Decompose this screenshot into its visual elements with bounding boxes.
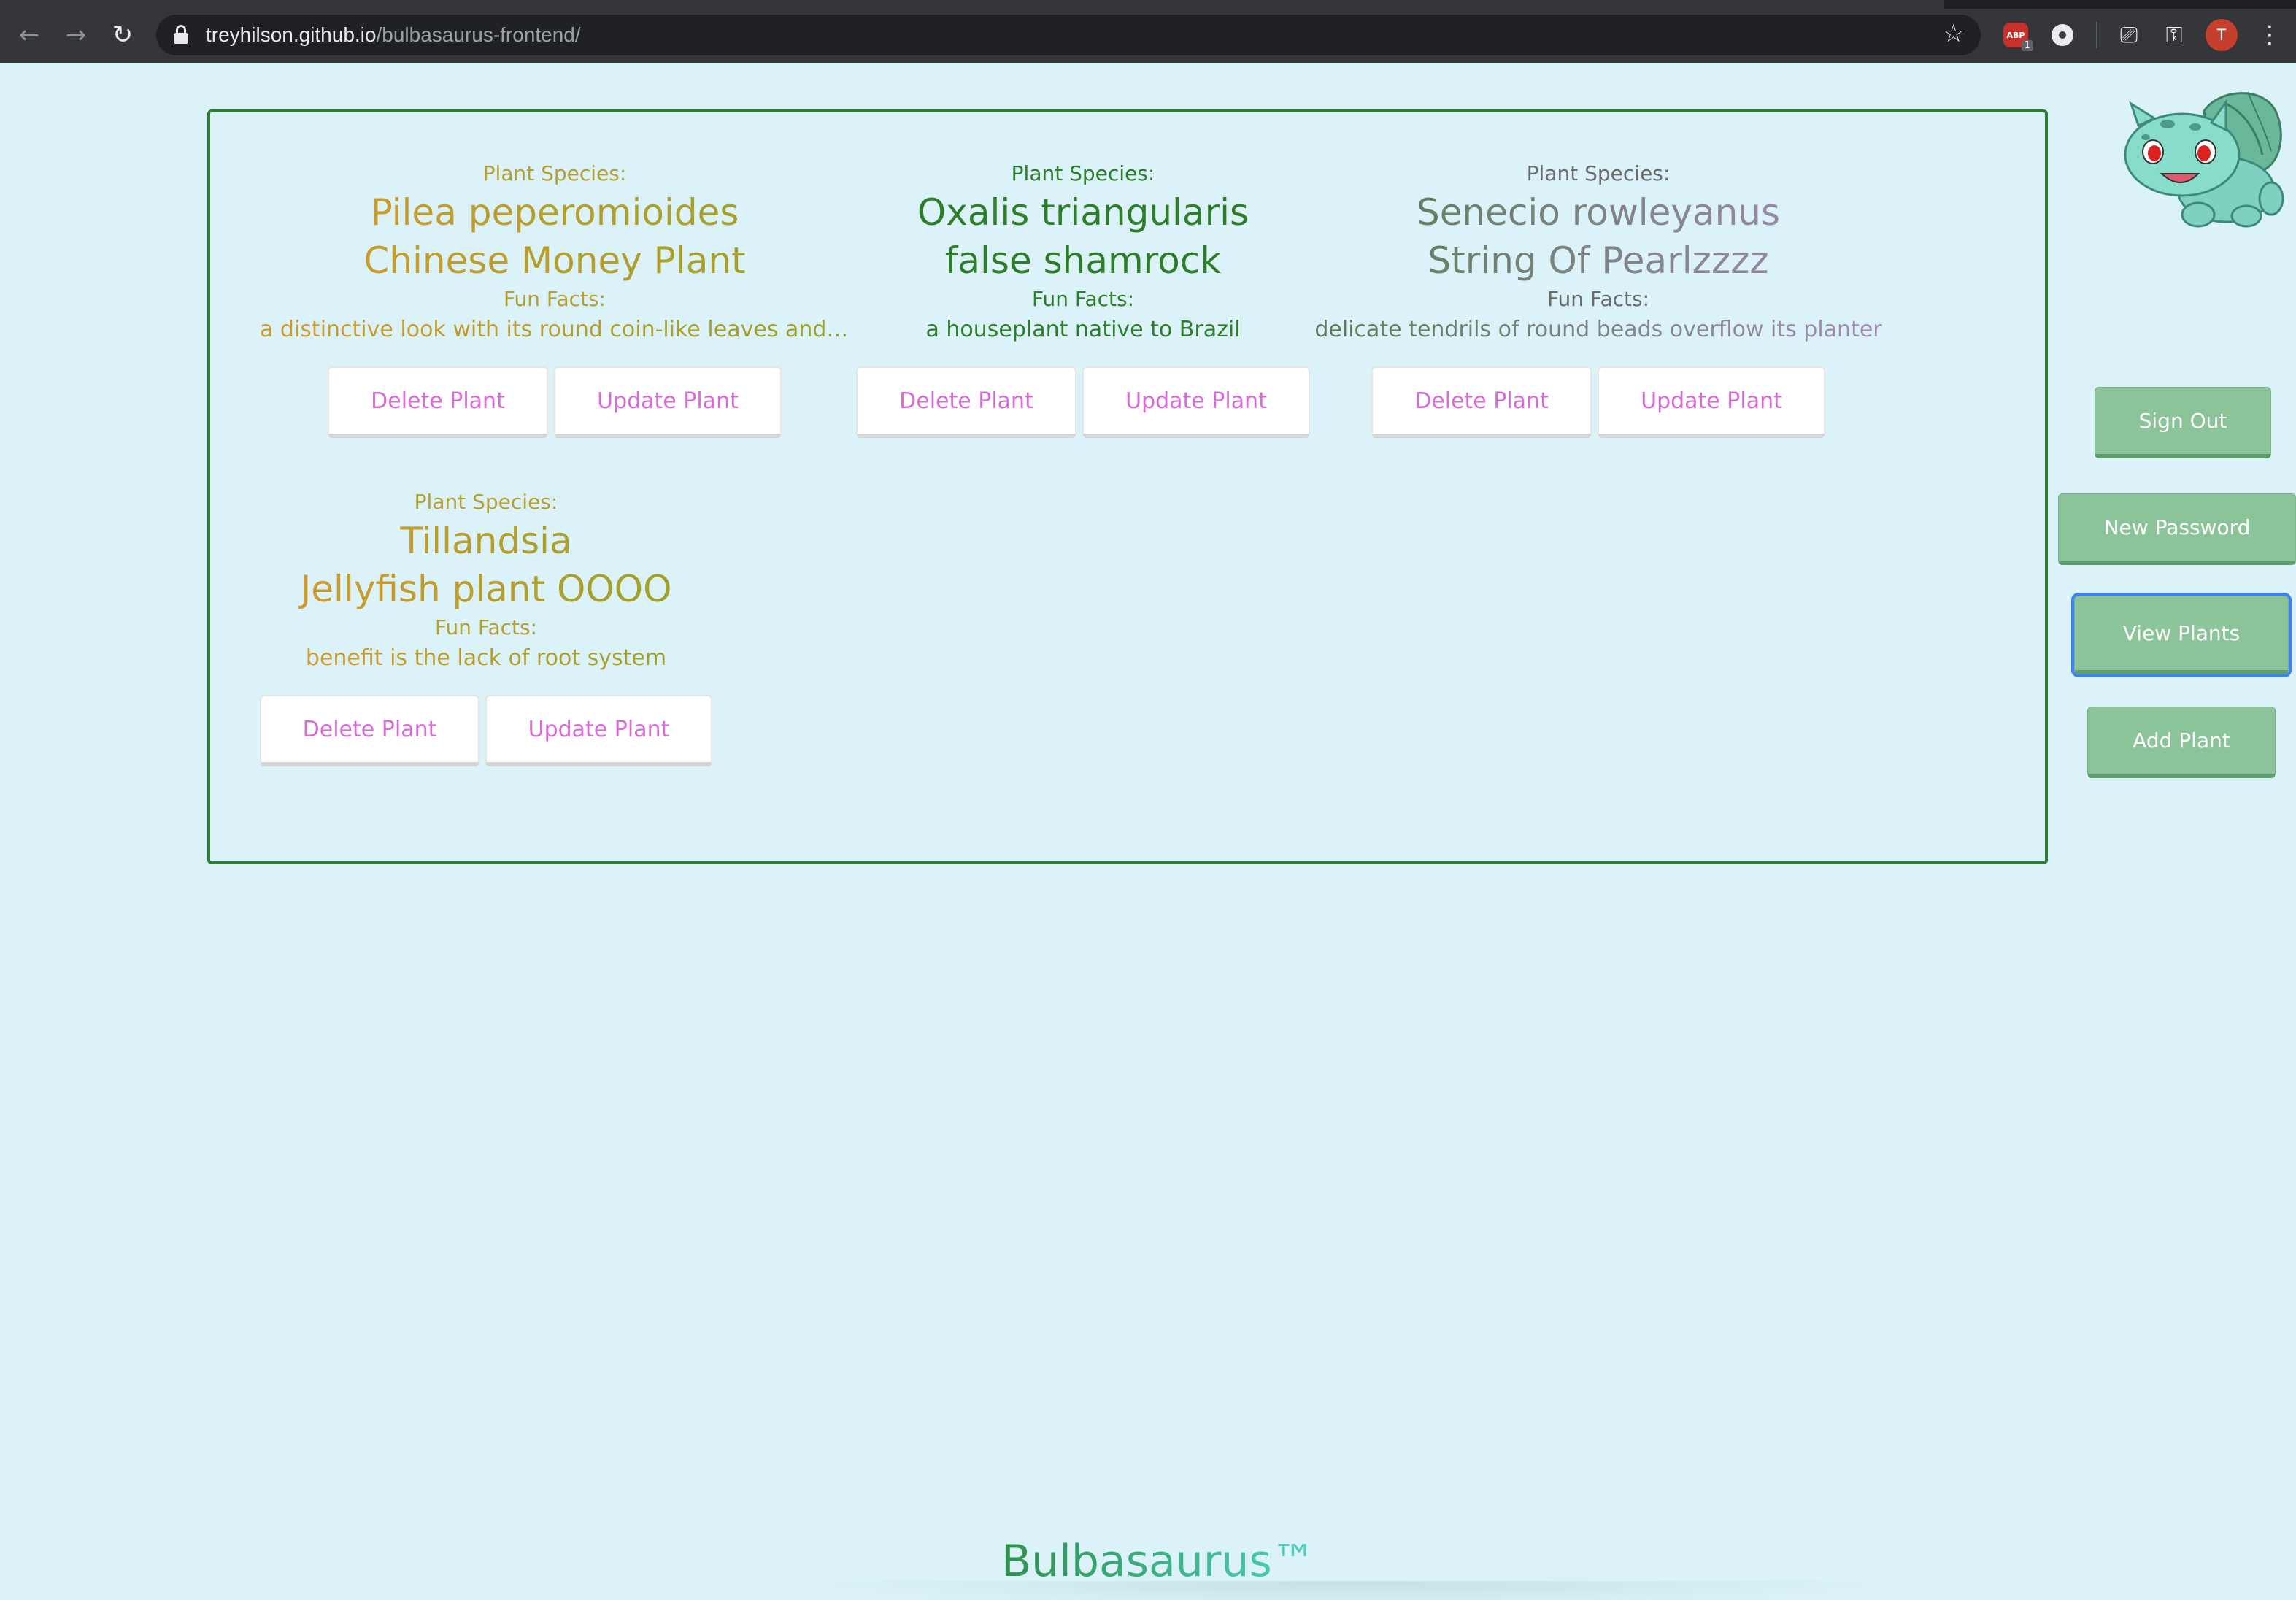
fun-facts-label: Fun Facts: — [1031, 287, 1135, 311]
lock-icon — [174, 25, 188, 44]
fun-fact: a houseplant native to Brazil — [925, 317, 1241, 342]
plant-card: Plant Species: Oxalis triangularis false… — [852, 159, 1314, 438]
url-path: /bulbasaurus-frontend/ — [376, 23, 581, 46]
common-name: Jellyfish plant OOOO — [260, 565, 712, 613]
fun-fact: a distinctive look with its round coin-l… — [260, 314, 850, 346]
scientific-name: Tillandsia — [260, 517, 712, 565]
footer-brand: Bulbasaurus™ — [1001, 1536, 1316, 1587]
abp-badge: 1 — [2021, 40, 2033, 51]
fun-fact: delicate tendrils of round beads overflo… — [1314, 314, 1883, 346]
scientific-name: Oxalis triangularis — [917, 191, 1249, 234]
extension-circle-icon[interactable] — [2046, 19, 2079, 51]
plant-card: Plant Species: Tillandsia Jellyfish plan… — [260, 488, 712, 766]
plant-card: Plant Species: Pilea peperomioides Chine… — [260, 159, 850, 438]
browser-toolbar: ← → ↻ treyhilson.github.io/bulbasaurus-f… — [0, 0, 2296, 63]
profile-avatar[interactable]: T — [2204, 19, 2239, 51]
update-plant-button[interactable]: Update Plant — [485, 695, 712, 766]
fun-facts-label: Fun Facts: — [503, 287, 606, 311]
adblock-extension-icon[interactable]: ABP 1 — [2001, 19, 2033, 51]
view-plants-button[interactable]: View Plants — [2071, 593, 2292, 677]
kebab-menu-icon[interactable]: ⋮ — [2255, 19, 2284, 51]
new-password-button[interactable]: New Password — [2058, 493, 2296, 565]
url-host: treyhilson.github.io — [206, 23, 377, 46]
key-icon[interactable]: ⚿ — [2156, 19, 2192, 51]
scientific-name: Pilea peperomioides — [260, 188, 850, 236]
active-tab[interactable] — [0, 0, 1944, 9]
delete-plant-button[interactable]: Delete Plant — [328, 366, 548, 438]
update-plant-button[interactable]: Update Plant — [554, 366, 782, 438]
delete-plant-button[interactable]: Delete Plant — [260, 695, 480, 766]
fun-fact: benefit is the lack of root system — [260, 642, 712, 674]
address-bar[interactable]: treyhilson.github.io/bulbasaurus-fronten… — [156, 15, 1981, 55]
common-name: String Of Pearlzzzz — [1314, 236, 1883, 285]
delete-plant-button[interactable]: Delete Plant — [856, 366, 1076, 438]
tab-strip — [0, 0, 2296, 9]
update-plant-button[interactable]: Update Plant — [1082, 366, 1310, 438]
forward-icon[interactable]: → — [60, 19, 92, 51]
bookmark-star-icon[interactable]: ☆ — [1943, 19, 1965, 48]
reload-icon[interactable]: ↻ — [107, 19, 139, 51]
add-plant-button[interactable]: Add Plant — [2087, 707, 2276, 778]
species-label: Plant Species: — [1526, 161, 1671, 185]
sign-out-button[interactable]: Sign Out — [2095, 387, 2271, 458]
back-icon[interactable]: ← — [13, 19, 45, 51]
fun-facts-label: Fun Facts: — [434, 615, 538, 639]
delete-plant-button[interactable]: Delete Plant — [1371, 366, 1592, 438]
plant-card: Plant Species: Senecio rowleyanus String… — [1314, 159, 1883, 438]
species-label: Plant Species: — [1011, 161, 1155, 185]
species-label: Plant Species: — [414, 490, 558, 514]
url-text[interactable]: treyhilson.github.io/bulbasaurus-fronten… — [206, 23, 581, 47]
fun-facts-label: Fun Facts: — [1546, 287, 1650, 311]
footer: Bulbasaurus™ — [803, 1533, 1898, 1600]
common-name: Chinese Money Plant — [260, 236, 850, 285]
toolbar-divider — [2096, 22, 2097, 48]
species-label: Plant Species: — [482, 161, 627, 185]
cast-icon[interactable]: ⎚ — [2111, 19, 2147, 51]
scientific-name: Senecio rowleyanus — [1314, 188, 1883, 236]
common-name: false shamrock — [944, 239, 1222, 282]
bulbasaur-mascot-icon — [2124, 91, 2284, 228]
update-plant-button[interactable]: Update Plant — [1598, 366, 1825, 438]
